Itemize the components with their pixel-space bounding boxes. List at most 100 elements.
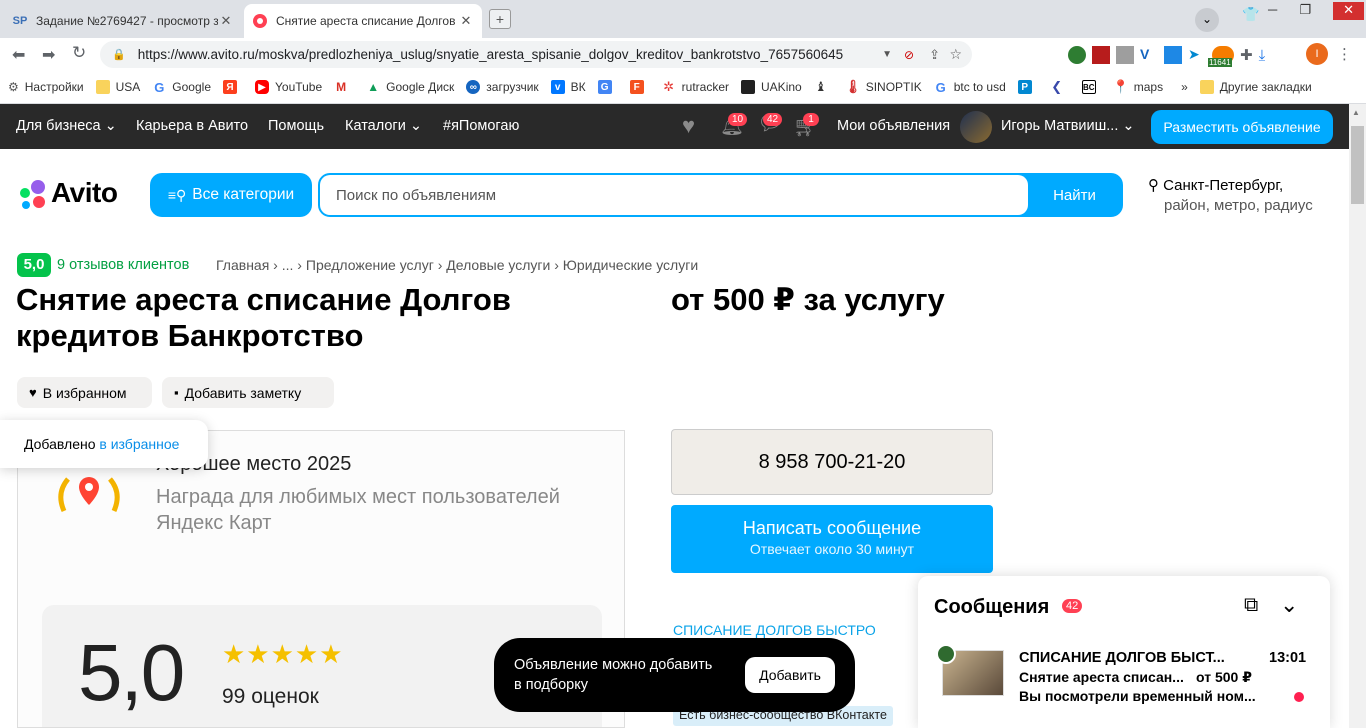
heart-icon[interactable]: ♥ bbox=[682, 113, 695, 139]
new-tab-button[interactable]: + bbox=[489, 9, 511, 29]
google-drive-icon: ▲ bbox=[367, 80, 380, 94]
forward-icon[interactable]: ➡ bbox=[42, 45, 55, 65]
chevron-down-icon: ⌄ bbox=[1122, 118, 1135, 134]
nav-catalogs[interactable]: Каталоги ⌄ bbox=[345, 118, 422, 134]
bookmark-btc-to-usd[interactable]: Gbtc to usd bbox=[934, 79, 1006, 95]
more-bookmarks-icon[interactable]: » bbox=[1181, 80, 1188, 94]
bookmark-yandex[interactable]: Я bbox=[223, 80, 243, 94]
blocked-icon[interactable]: ⊘ bbox=[904, 48, 914, 62]
bitcoin-extension-icon[interactable]: 11641 bbox=[1208, 46, 1234, 67]
window-close-icon[interactable]: ✕ bbox=[1333, 2, 1364, 20]
bookmark-rutracker[interactable]: ✲ rutracker bbox=[662, 79, 729, 94]
all-categories-button[interactable]: ≡⚲ Все категории bbox=[150, 173, 312, 217]
bookmark-label: btc to usd bbox=[953, 80, 1006, 94]
user-menu[interactable]: Игорь Матвииш... ⌄ bbox=[1001, 118, 1135, 134]
toast-favorites-link[interactable]: в избранное bbox=[99, 436, 179, 452]
tab-search-icon[interactable]: ⌄ bbox=[1195, 8, 1219, 32]
location-hint[interactable]: район, метро, радиус bbox=[1164, 197, 1313, 214]
close-icon[interactable]: ✕ bbox=[458, 13, 474, 29]
menu-icon[interactable]: ⋮ bbox=[1337, 45, 1352, 63]
seller-name-link[interactable]: СПИСАНИЕ ДОЛГОВ БЫСТРО bbox=[673, 622, 876, 638]
extension-icon[interactable] bbox=[1068, 46, 1086, 64]
tab-inactive[interactable]: SP Задание №2769427 - просмотр з ✕ bbox=[4, 4, 242, 38]
nav-ihelp[interactable]: #яПомогаю bbox=[443, 118, 519, 134]
nav-label: Каталоги bbox=[345, 118, 406, 134]
star-icon[interactable]: ☆ bbox=[949, 46, 962, 63]
minimize-icon[interactable]: ─ bbox=[1268, 2, 1277, 20]
bookmark-arrow[interactable]: ❮ bbox=[1050, 79, 1070, 94]
nav-for-business[interactable]: Для бизнеса ⌄ bbox=[16, 118, 117, 134]
nav-my-ads[interactable]: Мои объявления bbox=[837, 118, 950, 134]
yandex-icon: Я bbox=[223, 80, 237, 94]
favorite-button[interactable]: ♥ В избранном bbox=[17, 377, 152, 408]
ad-title: Снятие ареста списание Долгов кредитов Б… bbox=[16, 282, 511, 353]
add-to-compilation-button[interactable]: Добавить bbox=[745, 657, 835, 693]
bookmark-usa[interactable]: USA bbox=[95, 80, 140, 94]
breadcrumb-services[interactable]: Предложение услуг bbox=[306, 257, 434, 273]
translate-icon: G bbox=[597, 80, 612, 94]
avito-logo-icon bbox=[20, 180, 45, 209]
post-ad-button[interactable]: Разместить объявление bbox=[1151, 110, 1333, 144]
breadcrumb-business[interactable]: Деловые услуги bbox=[446, 257, 550, 273]
v-extension-icon[interactable]: V bbox=[1140, 46, 1158, 64]
bookmark-f[interactable]: F bbox=[629, 80, 650, 94]
bookmark-translate[interactable]: G bbox=[597, 80, 618, 94]
briefcase-extension-icon[interactable] bbox=[1116, 46, 1134, 64]
bookmark-google-drive[interactable]: ▲ Google Диск bbox=[366, 80, 454, 94]
location-selector[interactable]: ⚲ Санкт-Петербург, bbox=[1148, 176, 1283, 194]
bookmark-settings[interactable]: ⚙ Настройки bbox=[8, 80, 84, 94]
dropdown-icon[interactable]: ▼ bbox=[882, 49, 892, 60]
chevron-down-icon[interactable]: ⌄ bbox=[1280, 592, 1298, 618]
scroll-up-icon[interactable]: ▲ bbox=[1352, 108, 1360, 117]
compilation-text-line: Объявление можно добавить bbox=[514, 657, 713, 673]
bookmark-sinoptik[interactable]: 🌡 SINOPTIK bbox=[844, 79, 921, 94]
bookmark-vk[interactable]: v ВК bbox=[550, 80, 586, 94]
find-button[interactable]: Найти bbox=[1028, 175, 1121, 215]
bookmark-p[interactable]: P bbox=[1017, 80, 1038, 94]
close-icon[interactable]: ✕ bbox=[218, 13, 234, 29]
reviews-link[interactable]: 9 отзывов клиентов bbox=[57, 257, 189, 273]
reload-icon[interactable]: ↻ bbox=[72, 43, 86, 63]
profile-avatar[interactable]: I bbox=[1306, 43, 1328, 65]
write-message-button[interactable]: Написать сообщение Отвечает около 30 мин… bbox=[671, 505, 993, 573]
url-field[interactable]: 🔒 https://www.avito.ru/moskva/predlozhen… bbox=[100, 41, 972, 68]
nav-career[interactable]: Карьера в Авито bbox=[136, 118, 248, 134]
share-icon[interactable]: ⇪ bbox=[929, 47, 940, 63]
google-icon: G bbox=[935, 79, 946, 95]
bookmark-gmail[interactable]: M bbox=[334, 80, 354, 94]
restore-icon[interactable]: ❐ bbox=[1299, 2, 1311, 20]
open-external-icon[interactable]: ⧉ bbox=[1244, 594, 1258, 617]
search-input[interactable] bbox=[320, 175, 1028, 215]
puzzle-icon[interactable]: ✚ bbox=[1240, 46, 1253, 64]
bookmark-chess[interactable]: ♝ bbox=[814, 79, 834, 94]
add-note-button[interactable]: ▪ Добавить заметку bbox=[162, 377, 334, 408]
downloads-icon[interactable]: ⤓ bbox=[1259, 47, 1266, 64]
nav-help[interactable]: Помощь bbox=[268, 118, 324, 134]
download-extension-icon[interactable] bbox=[1164, 46, 1182, 64]
bookmark-uakino[interactable]: UAKino bbox=[741, 80, 802, 94]
bookmark-google[interactable]: G Google bbox=[152, 80, 211, 95]
breadcrumb-ellipsis[interactable]: ... bbox=[282, 257, 294, 273]
back-icon[interactable]: ⬅ bbox=[12, 45, 25, 65]
other-bookmarks[interactable]: Другие закладки bbox=[1199, 80, 1312, 94]
p-icon: P bbox=[1017, 80, 1032, 94]
chat-list-item[interactable]: СПИСАНИЕ ДОЛГОВ БЫСТ... 13:01 Снятие аре… bbox=[918, 638, 1330, 718]
scroll-thumb[interactable] bbox=[1351, 126, 1364, 204]
tab-active[interactable]: Снятие ареста списание Долгов к ✕ bbox=[244, 4, 482, 38]
bookmark-maps[interactable]: 📍 maps bbox=[1113, 79, 1163, 94]
bookmark-bc[interactable]: BC bbox=[1081, 80, 1102, 94]
calendar-extension-icon[interactable] bbox=[1092, 46, 1110, 64]
phone-number[interactable]: 8 958 700-21-20 bbox=[671, 429, 993, 495]
bookmark-youtube[interactable]: ▶ YouTube bbox=[255, 80, 322, 94]
breadcrumb-legal[interactable]: Юридические услуги bbox=[563, 257, 698, 273]
chevron-left-icon: ❮ bbox=[1051, 79, 1063, 94]
page-scrollbar[interactable]: ▲ bbox=[1349, 104, 1366, 728]
avito-logo[interactable]: Avito bbox=[17, 177, 132, 211]
user-avatar[interactable] bbox=[960, 111, 992, 143]
messages-panel: Сообщения 42 ⧉ ⌄ СПИСАНИЕ ДОЛГОВ БЫСТ...… bbox=[918, 576, 1330, 728]
breadcrumb-home[interactable]: Главная bbox=[216, 257, 269, 273]
ratings-count: 99 оценок bbox=[222, 685, 319, 708]
bookmark-label: YouTube bbox=[275, 80, 323, 94]
bookmark-downloader[interactable]: ∞ загрузчик bbox=[466, 80, 539, 94]
arrow-extension-icon[interactable]: ➤ bbox=[1188, 46, 1206, 64]
